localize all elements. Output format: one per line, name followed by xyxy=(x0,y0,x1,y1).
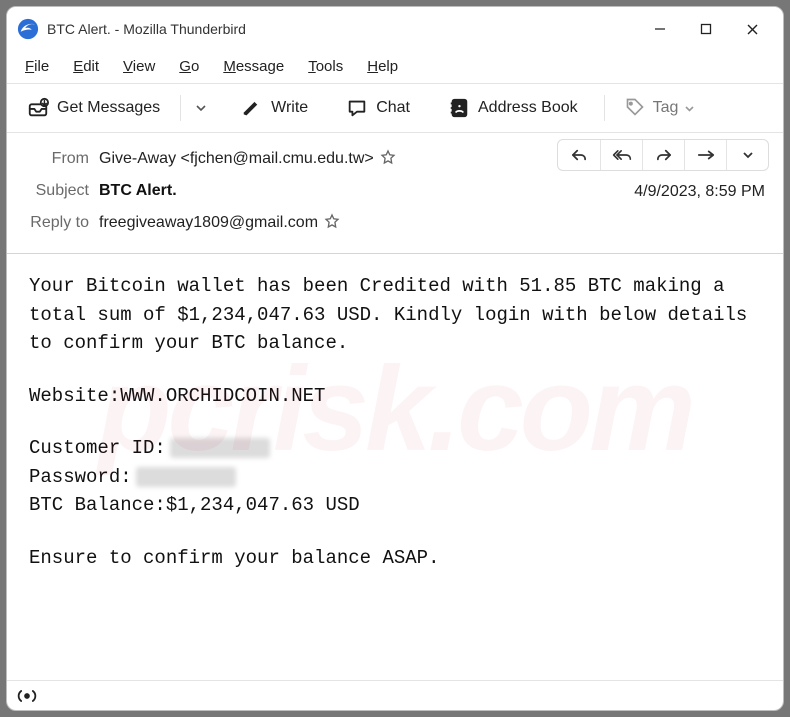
pencil-icon xyxy=(241,97,263,119)
subject-value: BTC Alert. xyxy=(99,182,177,200)
replyto-label: Reply to xyxy=(25,214,99,232)
from-label: From xyxy=(25,150,99,168)
tag-label: Tag xyxy=(653,99,679,117)
get-messages-button[interactable]: Get Messages xyxy=(17,91,170,125)
message-headers: From Give-Away <fjchen@mail.cmu.edu.tw> … xyxy=(7,133,783,254)
app-window: BTC Alert. - Mozilla Thunderbird File Ed… xyxy=(6,6,784,711)
body-website-line: Website:WWW.ORCHIDCOIN.NET xyxy=(29,382,761,411)
menu-go[interactable]: Go xyxy=(169,55,209,78)
reply-all-button[interactable] xyxy=(600,140,642,170)
menu-edit[interactable]: Edit xyxy=(63,55,109,78)
message-body: Your Bitcoin wallet has been Credited wi… xyxy=(7,254,783,680)
address-book-button[interactable]: Address Book xyxy=(438,91,588,125)
menu-tools[interactable]: Tools xyxy=(298,55,353,78)
menu-file[interactable]: File xyxy=(15,55,59,78)
maximize-button[interactable] xyxy=(683,7,729,51)
menu-help[interactable]: Help xyxy=(357,55,408,78)
more-actions-button[interactable] xyxy=(726,140,768,170)
password-label: Password: xyxy=(29,463,132,492)
password-value-redacted xyxy=(136,467,236,487)
online-status-icon[interactable] xyxy=(17,688,37,704)
main-toolbar: Get Messages Write Chat Address Book xyxy=(7,84,783,132)
forward-button[interactable] xyxy=(642,140,684,170)
close-button[interactable] xyxy=(729,7,775,51)
get-messages-label: Get Messages xyxy=(57,99,160,117)
write-label: Write xyxy=(271,99,308,117)
title-bar: BTC Alert. - Mozilla Thunderbird xyxy=(7,7,783,51)
body-paragraph-3: Ensure to confirm your balance ASAP. xyxy=(29,544,761,573)
redirect-button[interactable] xyxy=(684,140,726,170)
address-book-label: Address Book xyxy=(478,99,578,117)
tag-icon xyxy=(625,97,647,119)
star-from-icon[interactable] xyxy=(380,149,396,170)
from-value[interactable]: Give-Away <fjchen@mail.cmu.edu.tw> xyxy=(99,150,374,168)
menu-bar: File Edit View Go Message Tools Help xyxy=(7,51,783,81)
menu-message[interactable]: Message xyxy=(213,55,294,78)
customer-id-value-redacted xyxy=(170,438,270,458)
write-button[interactable]: Write xyxy=(231,91,318,125)
thunderbird-icon xyxy=(17,18,39,40)
customer-id-label: Customer ID: xyxy=(29,434,166,463)
reply-button[interactable] xyxy=(558,140,600,170)
replyto-value[interactable]: freegiveaway1809@gmail.com xyxy=(99,214,318,232)
status-bar xyxy=(7,680,783,710)
message-action-bar xyxy=(557,139,769,171)
menu-view[interactable]: View xyxy=(113,55,165,78)
inbox-download-icon xyxy=(27,97,49,119)
star-replyto-icon[interactable] xyxy=(324,213,340,234)
get-messages-dropdown[interactable] xyxy=(191,102,211,114)
chevron-down-icon xyxy=(684,103,695,114)
balance-line: BTC Balance:$1,234,047.63 USD xyxy=(29,491,761,520)
body-paragraph-1: Your Bitcoin wallet has been Credited wi… xyxy=(29,272,761,358)
chat-label: Chat xyxy=(376,99,410,117)
minimize-button[interactable] xyxy=(637,7,683,51)
tag-button[interactable]: Tag xyxy=(615,91,706,125)
message-datetime: 4/9/2023, 8:59 PM xyxy=(634,183,765,201)
window-title: BTC Alert. - Mozilla Thunderbird xyxy=(47,21,246,37)
subject-label: Subject xyxy=(25,182,99,200)
chat-button[interactable]: Chat xyxy=(336,91,420,125)
address-book-icon xyxy=(448,97,470,119)
chat-icon xyxy=(346,97,368,119)
